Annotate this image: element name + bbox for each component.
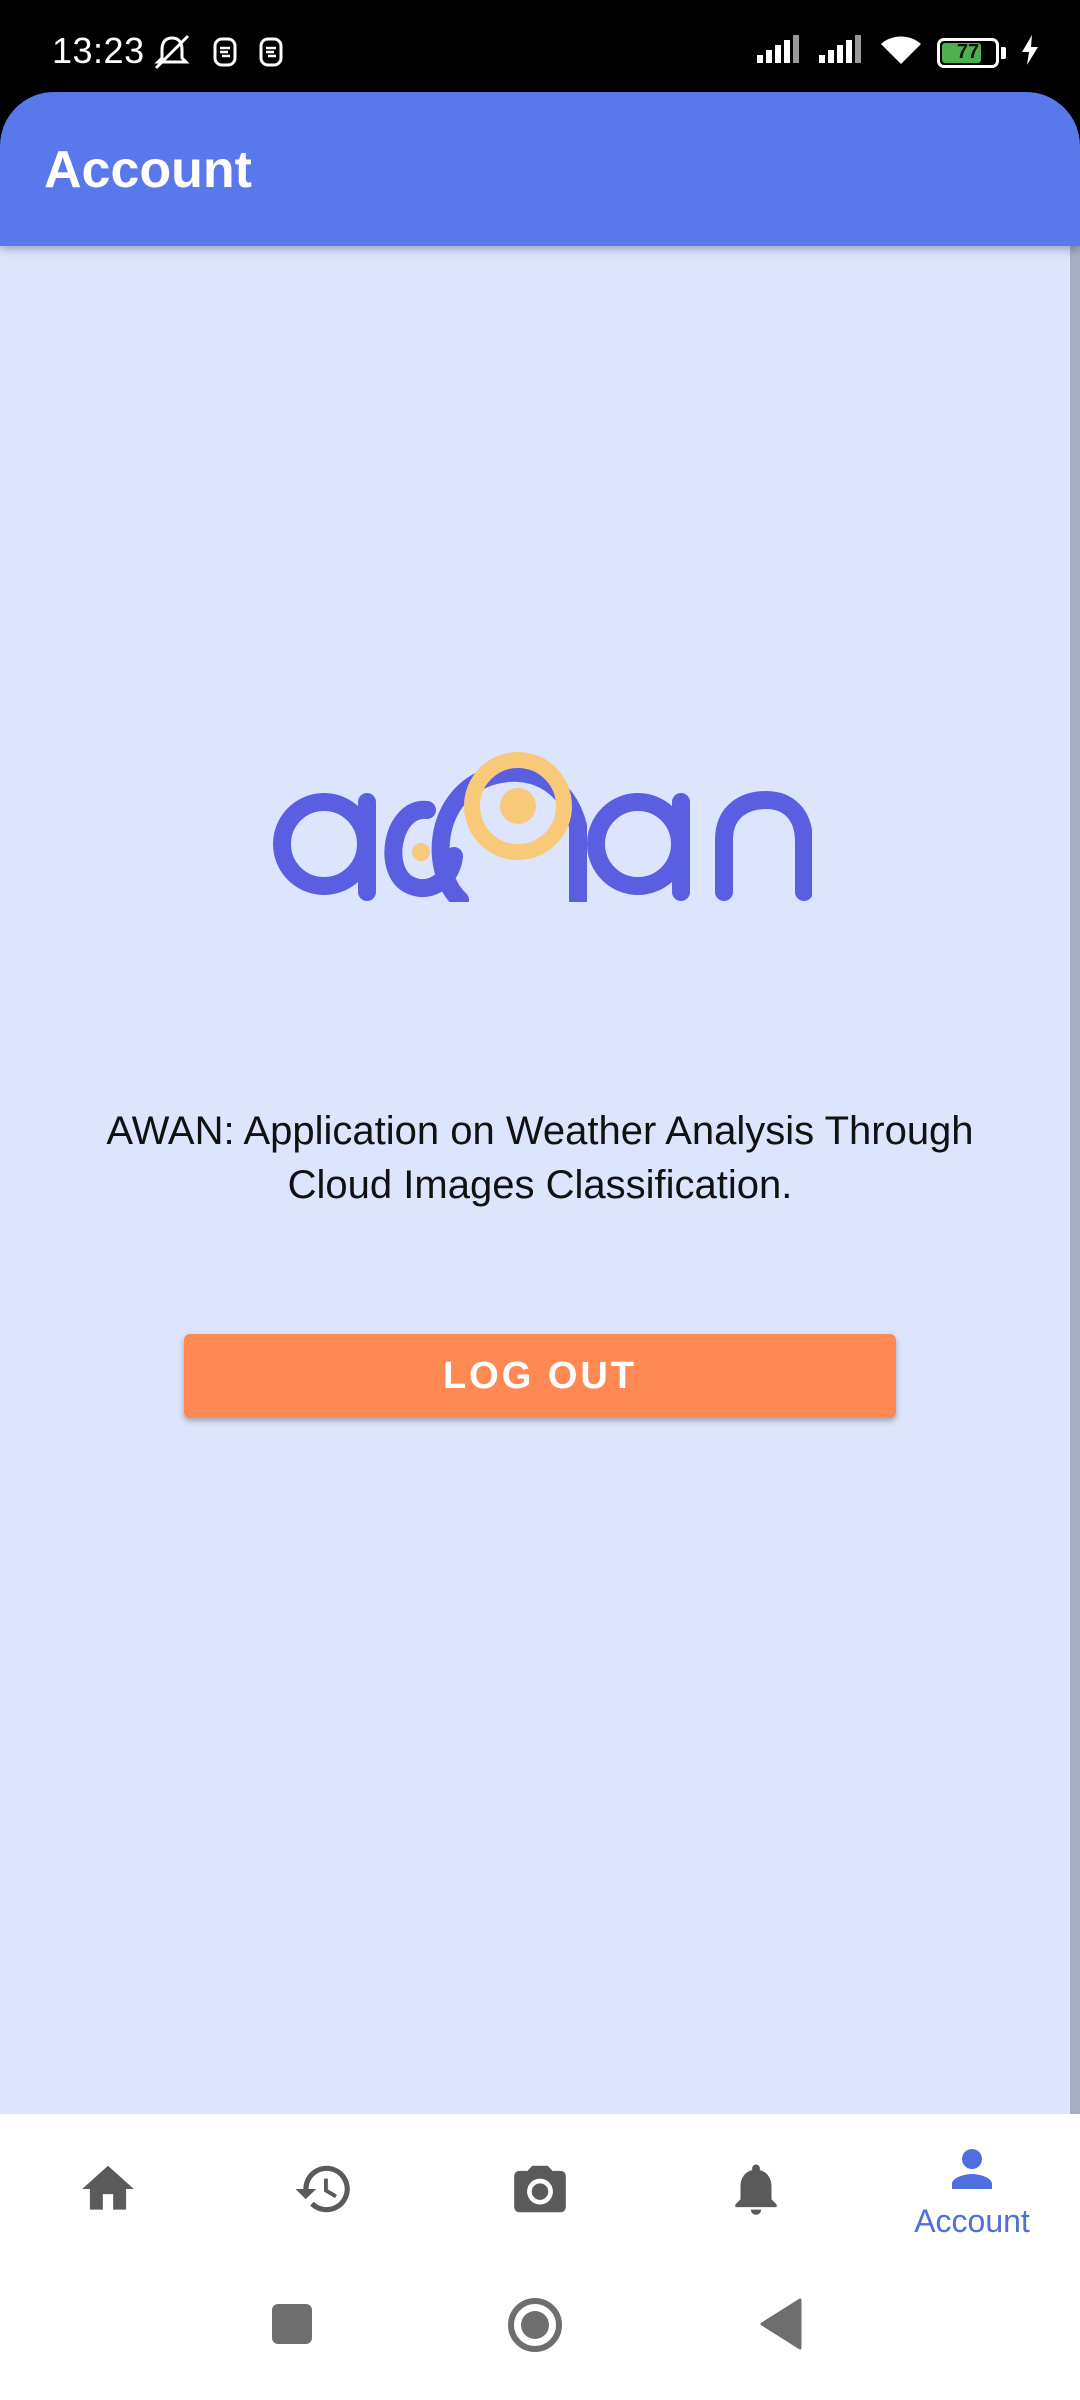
nav-camera[interactable] xyxy=(432,2114,648,2264)
circle-icon xyxy=(508,2298,562,2352)
nav-history[interactable] xyxy=(216,2114,432,2264)
battery-icon: 77 xyxy=(937,37,999,68)
charging-icon xyxy=(1020,35,1040,70)
status-left-icons xyxy=(152,34,284,75)
history-icon xyxy=(295,2165,350,2213)
home-button[interactable] xyxy=(506,2296,564,2359)
battery-level: 77 xyxy=(956,41,980,63)
bell-icon xyxy=(735,2164,777,2215)
nav-account-label: Account xyxy=(914,2202,1030,2239)
system-navigation-bar xyxy=(0,2264,1080,2400)
back-triangle-icon xyxy=(760,2298,802,2350)
nav-notifications[interactable] xyxy=(648,2114,864,2264)
wifi-icon xyxy=(879,34,923,71)
scrollbar[interactable] xyxy=(1070,246,1080,2114)
person-icon xyxy=(952,2148,992,2189)
square-icon xyxy=(272,2304,312,2344)
app-bar: Account xyxy=(0,92,1080,246)
signal-icon xyxy=(755,35,803,70)
app-description: AWAN: Application on Weather Analysis Th… xyxy=(106,1109,974,1207)
bottom-navigation: Account xyxy=(0,2114,1080,2264)
home-icon xyxy=(82,2165,134,2210)
nav-home[interactable] xyxy=(0,2114,216,2264)
recent-apps-button[interactable] xyxy=(270,2302,314,2351)
status-bar: 13:23 77 xyxy=(0,0,1080,94)
battery-tip xyxy=(1001,46,1006,59)
nav-account[interactable]: Account xyxy=(864,2114,1080,2264)
status-time: 13:23 xyxy=(52,30,145,71)
notification-icon xyxy=(212,36,238,73)
signal-icon xyxy=(817,35,865,70)
camera-icon xyxy=(514,2165,566,2213)
logout-button[interactable]: LOG OUT xyxy=(184,1334,896,1418)
mute-icon xyxy=(152,34,192,75)
page-title: Account xyxy=(44,141,252,199)
status-right-icons: 77 xyxy=(755,34,1040,71)
awan-logo xyxy=(272,722,813,911)
back-button[interactable] xyxy=(758,2298,802,2355)
notification-icon xyxy=(258,36,284,73)
